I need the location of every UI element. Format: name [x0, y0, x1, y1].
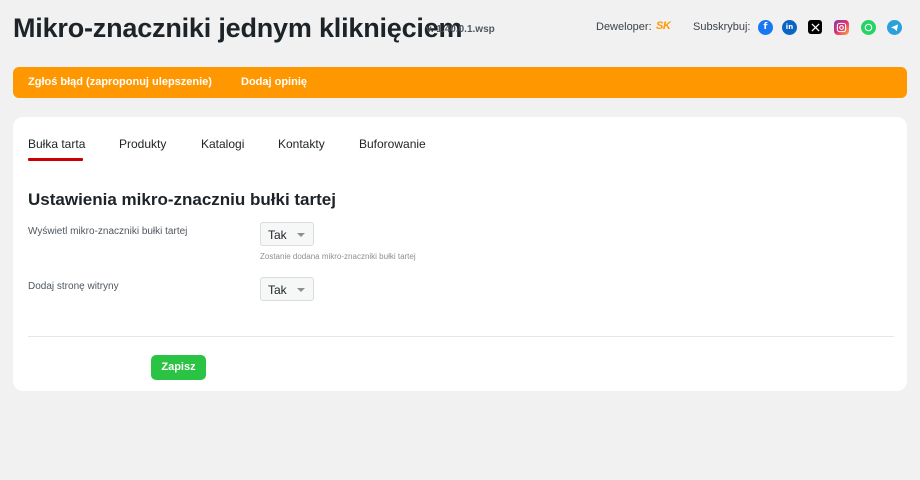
add-site-page-value: Tak — [268, 283, 287, 297]
chevron-down-icon — [297, 233, 305, 237]
instagram-glyph — [836, 22, 847, 33]
feedback-banner: Zgłoś błąd (zaproponuj ulepszenie) Dodaj… — [13, 67, 907, 98]
linkedin-icon[interactable]: in — [782, 20, 797, 35]
whatsapp-icon[interactable] — [861, 20, 876, 35]
facebook-icon[interactable]: f — [758, 20, 773, 35]
telegram-icon[interactable] — [887, 20, 902, 35]
active-tab-indicator — [28, 158, 83, 161]
linkedin-glyph: in — [785, 23, 794, 31]
add-site-page-select[interactable]: Tak — [260, 277, 314, 301]
developer-logo[interactable]: SK — [656, 20, 671, 32]
add-site-page-label: Dodaj stronę witryny — [28, 281, 119, 292]
tab-caching[interactable]: Buforowanie — [359, 137, 426, 151]
show-breadcrumbs-hint: Zostanie dodana mikro-znaczniki bułki ta… — [260, 252, 416, 261]
subscribe-label: Subskrybuj: — [693, 21, 751, 33]
tab-catalogs[interactable]: Katalogi — [201, 137, 244, 151]
tab-products[interactable]: Produkty — [119, 137, 166, 151]
tab-breadcrumbs[interactable]: Bułka tarta — [28, 137, 85, 151]
telegram-glyph — [890, 24, 899, 32]
x-icon[interactable] — [808, 20, 822, 34]
settings-card: Bułka tarta Produkty Katalogi Kontakty B… — [13, 117, 907, 391]
tab-contacts[interactable]: Kontakty — [278, 137, 325, 151]
x-glyph — [810, 22, 820, 32]
add-review-link[interactable]: Dodaj opinię — [241, 76, 307, 88]
facebook-glyph: f — [763, 22, 768, 32]
show-breadcrumbs-label: Wyświetl mikro-znaczniki bułki tartej — [28, 226, 188, 237]
report-bug-link[interactable]: Zgłoś błąd (zaproponuj ulepszenie) — [28, 76, 212, 88]
section-title: Ustawienia mikro-znaczniu bułki tartej — [28, 190, 336, 209]
whatsapp-glyph — [864, 23, 873, 32]
show-breadcrumbs-select[interactable]: Tak — [260, 222, 314, 246]
page-header: Mikro-znaczniki jednym kliknięciem v. 1.… — [0, 0, 920, 60]
version-label: v. 1.40.0.1.wsp — [426, 24, 495, 35]
instagram-icon[interactable] — [834, 20, 849, 35]
page-title: Mikro-znaczniki jednym kliknięciem — [13, 13, 463, 43]
show-breadcrumbs-value: Tak — [268, 228, 287, 242]
save-button[interactable]: Zapisz — [151, 355, 206, 380]
divider — [28, 336, 894, 337]
developer-label: Deweloper: — [596, 21, 652, 33]
chevron-down-icon — [297, 288, 305, 292]
